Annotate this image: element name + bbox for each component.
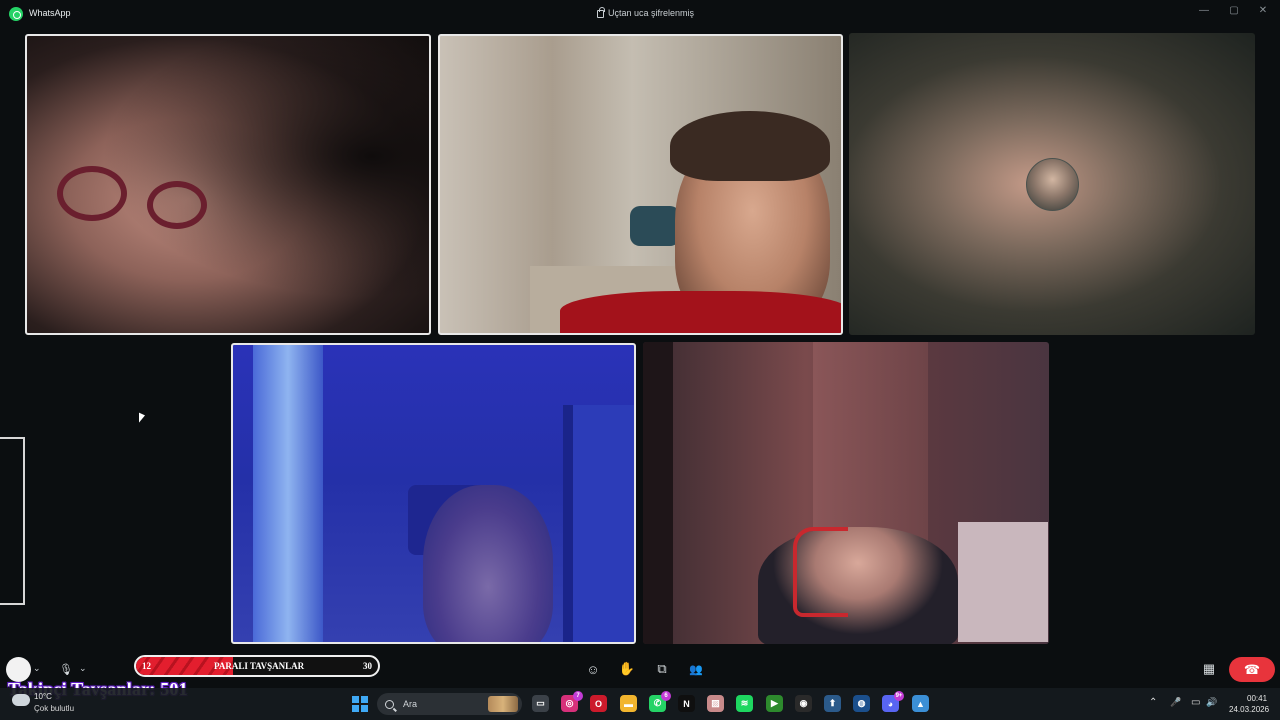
curtain <box>253 345 323 642</box>
video-tile-participant-5[interactable] <box>643 342 1049 644</box>
notification-badge: 9+ <box>894 691 904 701</box>
video-tile-participant-4[interactable] <box>231 343 636 644</box>
discord-icon[interactable]: ◕ 9+ <box>882 691 904 712</box>
file-explorer-icon[interactable]: ▬ <box>620 695 637 712</box>
photo-app-icon[interactable]: ▨ <box>707 695 724 712</box>
video-tile-participant-3[interactable] <box>849 33 1255 335</box>
discord-icon-glyph: ◕ <box>887 698 894 709</box>
phone-hangup-icon: ☎ <box>1243 661 1261 677</box>
self-preview-frame[interactable] <box>0 437 25 605</box>
netflix-icon[interactable]: N <box>678 695 695 712</box>
windows-logo-icon <box>352 696 359 703</box>
notification-badge: 6 <box>661 691 671 701</box>
grid-layout-icon: ▦ <box>1202 661 1216 676</box>
netflix-icon-glyph: N <box>683 698 690 709</box>
task-view-icon[interactable]: ▭ <box>532 695 549 712</box>
mouse-cursor <box>139 412 145 426</box>
tray-overflow-chevron-icon[interactable]: ⌃ <box>1149 697 1157 708</box>
tray-display-icon[interactable]: ▭ <box>1191 697 1200 708</box>
encryption-status: Uçtan uca şifrelenmiş <box>597 7 695 18</box>
maximize-button[interactable]: ▢ <box>1227 5 1241 16</box>
encryption-label: Uçtan uca şifrelenmiş <box>608 8 695 18</box>
instagram-icon-glyph: ◎ <box>565 698 574 708</box>
search-highlight-image <box>488 696 518 712</box>
kitchen-appliance <box>630 206 680 246</box>
participants-button[interactable]: 👥 <box>687 660 705 678</box>
layout-button[interactable]: ▦ <box>1200 660 1218 678</box>
photos-icon[interactable]: ▲ <box>912 695 929 712</box>
video-tile-participant-1[interactable] <box>25 34 431 335</box>
dresser <box>958 522 1048 642</box>
notification-badge: 7 <box>573 691 583 701</box>
glasses-lens-right <box>147 181 207 229</box>
spotify-icon[interactable]: ≋ <box>736 695 753 712</box>
whatsapp-icon-glyph: ✆ <box>653 698 662 708</box>
mic-button[interactable]: 🎙 <box>57 660 75 678</box>
opera-icon[interactable]: O <box>590 695 607 712</box>
goal-title: PARALI TAVŞANLAR <box>214 661 305 671</box>
participants-icon: 👥 <box>689 663 703 676</box>
whatsapp-icon[interactable]: ✆ 6 <box>649 691 671 712</box>
minimize-button[interactable]: — <box>1197 5 1211 16</box>
goal-current-value: 12 <box>142 661 151 671</box>
app-title: WhatsApp <box>29 8 71 18</box>
door-edge <box>643 342 673 644</box>
whatsapp-logo-icon <box>9 7 23 21</box>
end-call-button[interactable]: ☎ <box>1229 657 1275 682</box>
photos-icon-glyph: ▲ <box>916 698 925 709</box>
tray-mic-icon[interactable]: 🎤 <box>1170 697 1181 708</box>
taskbar-search[interactable]: Ara <box>377 693 522 715</box>
gaming-chair <box>793 527 848 617</box>
glasses-lens-left <box>57 166 127 221</box>
person-face <box>423 485 553 642</box>
goal-target-value: 30 <box>363 661 372 671</box>
instagram-icon[interactable]: ◎ 7 <box>561 691 583 712</box>
start-button[interactable] <box>352 696 368 712</box>
emoji-icon: ☺ <box>586 661 600 677</box>
tray-volume-icon[interactable]: 🔊 <box>1206 697 1217 708</box>
search-icon <box>385 699 394 709</box>
lock-icon <box>597 7 605 18</box>
steam-icon[interactable]: ◍ <box>853 695 870 712</box>
file-explorer-icon-glyph: ▬ <box>624 698 633 709</box>
media-player-icon[interactable]: ▶ <box>766 695 783 712</box>
obs-icon-glyph: ◉ <box>799 698 808 708</box>
task-view-icon-glyph: ▭ <box>536 698 545 708</box>
mic-options-chevron-icon[interactable]: ⌄ <box>79 663 87 674</box>
whatsapp-call-window: WhatsApp Uçtan uca şifrelenmiş — ▢ ✕ ⌄ 🎙… <box>0 0 1280 720</box>
raise-hand-button[interactable]: ✋ <box>618 660 636 678</box>
camera-options-chevron-icon[interactable]: ⌄ <box>33 663 41 674</box>
weather-temperature[interactable]: 10°C <box>34 692 52 701</box>
windows-taskbar <box>0 688 1280 720</box>
video-tile-participant-2[interactable] <box>438 34 843 335</box>
opera-icon-glyph: O <box>594 698 602 709</box>
reactions-button[interactable]: ☺ <box>584 660 602 678</box>
weather-condition[interactable]: Çok bulutlu <box>34 704 74 713</box>
spotify-icon-glyph: ≋ <box>740 698 749 708</box>
media-player-icon-glyph: ▶ <box>771 698 778 708</box>
clock-date[interactable]: 24.03.2026 <box>1229 705 1269 714</box>
search-placeholder: Ara <box>403 699 418 709</box>
steam-icon-glyph: ◍ <box>857 698 866 708</box>
steam-alt-icon[interactable]: ⬆ <box>824 695 841 712</box>
red-shirt <box>560 291 841 333</box>
goal-progress-bar: 12 PARALI TAVŞANLAR 30 <box>134 655 380 677</box>
cloud-weather-icon[interactable] <box>12 694 30 706</box>
clock-time[interactable]: 00:41 <box>1247 694 1267 703</box>
photo-app-icon-glyph: ▨ <box>711 698 720 708</box>
close-window-button[interactable]: ✕ <box>1256 5 1270 16</box>
screen-share-icon: ⧉ <box>657 661 667 676</box>
person-hair <box>670 111 830 181</box>
obs-icon[interactable]: ◉ <box>795 695 812 712</box>
share-screen-button[interactable]: ⧉ <box>653 660 671 678</box>
participant-avatar <box>1026 158 1079 211</box>
door-frame <box>563 405 634 642</box>
person <box>758 527 958 644</box>
title-bar: WhatsApp Uçtan uca şifrelenmiş — ▢ ✕ <box>0 0 1280 28</box>
raise-hand-icon: ✋ <box>618 661 636 676</box>
steam-alt-icon-glyph: ⬆ <box>828 698 837 708</box>
microphone-icon: 🎙 <box>59 663 73 676</box>
